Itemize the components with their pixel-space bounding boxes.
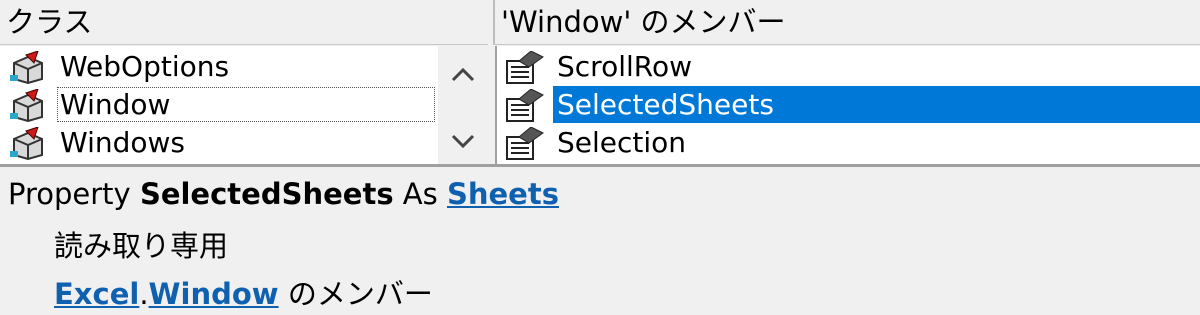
class-item-label: WebOptions — [60, 50, 230, 83]
scroll-down-icon[interactable] — [438, 124, 488, 164]
class-item-label: Window — [56, 86, 436, 123]
access-text: 読み取り専用 — [54, 229, 229, 263]
member-of-text: のメンバー — [287, 277, 433, 311]
class-icon — [10, 127, 43, 160]
class-item-label: Windows — [60, 126, 185, 159]
classes-list[interactable]: WebOptions Window Windows — [0, 46, 488, 164]
member-item-label: Selection — [557, 126, 687, 159]
member-item-label: SelectedSheets — [553, 86, 1200, 123]
class-icon — [10, 51, 43, 84]
dot-separator: . — [139, 277, 149, 311]
signature-as: As — [402, 177, 438, 211]
class-icon — [10, 89, 43, 122]
signature-prefix: Property — [8, 177, 131, 211]
details-pane: Property SelectedSheets As Sheets 読み取り専用… — [0, 167, 1200, 315]
class-item-weboptions[interactable]: WebOptions — [0, 48, 488, 85]
members-header: 'Window' のメンバー — [493, 0, 1200, 45]
classes-scrollbar[interactable] — [438, 46, 488, 164]
member-signature: Property SelectedSheets As Sheets — [8, 177, 559, 211]
type-link[interactable]: Sheets — [447, 177, 559, 211]
class-link[interactable]: Window — [149, 277, 279, 311]
scroll-up-icon[interactable] — [438, 54, 488, 94]
class-item-windows[interactable]: Windows — [0, 124, 488, 161]
member-name: SelectedSheets — [139, 177, 394, 211]
classes-header: クラス — [0, 0, 488, 45]
property-icon — [506, 51, 544, 84]
member-item-selection[interactable]: Selection — [497, 124, 1200, 161]
member-of: Excel.Window のメンバー — [54, 271, 433, 313]
member-item-selectedsheets[interactable]: SelectedSheets — [497, 86, 1200, 123]
member-item-label: ScrollRow — [557, 50, 692, 83]
members-list[interactable]: ScrollRow SelectedSheets Selection — [495, 46, 1200, 164]
library-link[interactable]: Excel — [54, 277, 139, 311]
property-icon — [506, 127, 544, 160]
member-item-scrollrow[interactable]: ScrollRow — [497, 48, 1200, 85]
class-item-window[interactable]: Window — [0, 86, 488, 123]
property-icon — [506, 89, 544, 122]
